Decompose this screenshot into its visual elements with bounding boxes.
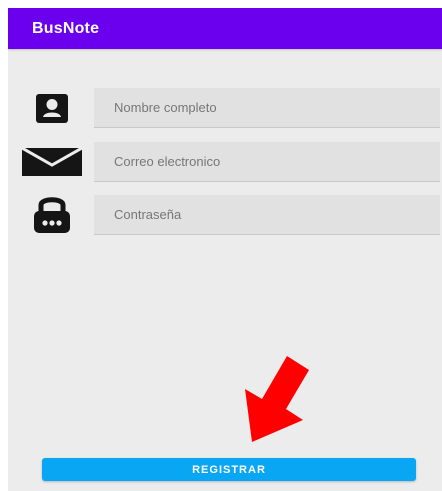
- account-box-icon-svg: [36, 93, 68, 123]
- register-button[interactable]: REGISTRAR: [42, 458, 416, 481]
- app-title: BusNote: [32, 20, 100, 37]
- lock-icon: [20, 195, 84, 235]
- app-bar: BusNote: [8, 8, 442, 49]
- full-name-field[interactable]: [94, 88, 440, 128]
- mail-icon-svg: [22, 148, 82, 176]
- red-arrow-icon: [245, 356, 309, 442]
- app-screen: BusNote Nombre completo Correo electroni…: [8, 8, 442, 491]
- account-box-icon: [20, 88, 84, 128]
- email-field[interactable]: [94, 142, 440, 182]
- full-name-row: [8, 88, 442, 128]
- lock-icon-svg: [34, 197, 70, 233]
- mail-icon: [20, 142, 84, 182]
- password-row: [8, 195, 442, 235]
- email-row: [8, 142, 442, 182]
- password-field[interactable]: [94, 195, 440, 235]
